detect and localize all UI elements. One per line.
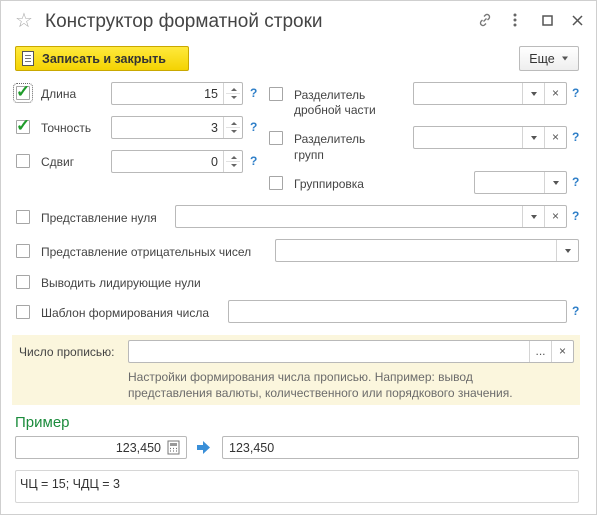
format-string-constructor-window: ☆ Конструктор форматной строки Записать …: [0, 0, 597, 515]
zero-repr-field[interactable]: ×: [175, 205, 567, 228]
chevron-down-icon: [561, 56, 568, 61]
maximize-icon[interactable]: [537, 10, 557, 30]
example-input[interactable]: 123,450: [15, 436, 187, 459]
shift-checkbox[interactable]: [16, 154, 30, 168]
arrow-right-icon: [197, 441, 210, 454]
zero-repr-checkbox[interactable]: [16, 210, 30, 224]
grouping-checkbox[interactable]: [269, 176, 283, 190]
shift-input[interactable]: 0: [111, 150, 243, 173]
length-label: Длина: [41, 87, 77, 101]
checkmark-icon: ✓: [16, 116, 31, 135]
shift-spin-buttons[interactable]: [223, 151, 242, 172]
leading-zeros-checkbox[interactable]: [16, 275, 30, 289]
group-separator-field[interactable]: ×: [413, 126, 567, 149]
precision-spin-buttons[interactable]: [223, 117, 242, 138]
shift-help-icon[interactable]: ?: [250, 154, 257, 168]
number-in-words-field[interactable]: ... ×: [128, 340, 574, 363]
precision-help-icon[interactable]: ?: [250, 120, 257, 134]
length-help-icon[interactable]: ?: [250, 86, 257, 100]
decimal-separator-field[interactable]: ×: [413, 82, 567, 105]
decimal-separator-label-line1: Разделитель: [294, 88, 366, 102]
example-output-value: 123,450: [229, 441, 275, 455]
length-spin-buttons[interactable]: [223, 83, 242, 104]
example-input-value: 123,450: [115, 441, 161, 455]
zero-repr-label: Представление нуля: [41, 211, 157, 225]
decimal-separator-help-icon[interactable]: ?: [572, 86, 579, 100]
decimal-separator-dropdown-button[interactable]: [522, 83, 544, 104]
zero-repr-dropdown-button[interactable]: [522, 206, 544, 227]
decimal-separator-label-line2: дробной части: [294, 103, 376, 117]
negative-repr-checkbox[interactable]: [16, 244, 30, 258]
decimal-separator-checkbox[interactable]: [269, 87, 283, 101]
save-and-close-button[interactable]: Записать и закрыть: [15, 46, 189, 71]
length-input[interactable]: 15: [111, 82, 243, 105]
precision-value: 3: [211, 121, 218, 135]
format-string-result: ЧЦ = 15; ЧДЦ = 3: [15, 470, 579, 503]
number-in-words-hint-line1: Настройки формирования числа прописью. Н…: [128, 370, 473, 384]
grouping-field[interactable]: [474, 171, 567, 194]
save-document-icon: [22, 51, 34, 66]
number-in-words-hint-line2: представления валюты, количественного ил…: [128, 386, 513, 400]
more-button[interactable]: Еще: [519, 46, 579, 71]
number-template-checkbox[interactable]: [16, 305, 30, 319]
checkmark-icon: ✓: [16, 82, 31, 101]
grouping-help-icon[interactable]: ?: [572, 175, 579, 189]
negative-repr-dropdown-button[interactable]: [556, 240, 578, 261]
group-separator-checkbox[interactable]: [269, 131, 283, 145]
number-in-words-select-button[interactable]: ...: [529, 341, 551, 362]
shift-label: Сдвиг: [41, 155, 75, 169]
group-separator-label-line1: Разделитель: [294, 132, 366, 146]
grouping-label: Группировка: [294, 177, 364, 191]
shift-value: 0: [211, 155, 218, 169]
star-icon[interactable]: ☆: [15, 9, 33, 33]
length-checkbox[interactable]: ✓: [13, 82, 33, 103]
group-separator-help-icon[interactable]: ?: [572, 130, 579, 144]
group-separator-dropdown-button[interactable]: [522, 127, 544, 148]
number-template-label: Шаблон формирования числа: [41, 306, 210, 320]
window-title: Конструктор форматной строки: [45, 11, 323, 32]
number-template-input[interactable]: [228, 300, 567, 323]
calculator-icon[interactable]: [167, 440, 182, 455]
decimal-separator-clear-button[interactable]: ×: [544, 83, 566, 104]
number-in-words-label: Число прописью:: [19, 345, 115, 359]
negative-repr-field[interactable]: [275, 239, 579, 262]
link-icon[interactable]: [475, 10, 495, 30]
zero-repr-help-icon[interactable]: ?: [572, 209, 579, 223]
length-value: 15: [204, 87, 218, 101]
group-separator-clear-button[interactable]: ×: [544, 127, 566, 148]
leading-zeros-label: Выводить лидирующие нули: [41, 276, 201, 290]
example-output-field: 123,450: [222, 436, 579, 459]
number-in-words-clear-button[interactable]: ×: [551, 341, 573, 362]
more-label: Еще: [529, 51, 555, 66]
grouping-dropdown-button[interactable]: [544, 172, 566, 193]
more-vert-icon[interactable]: [505, 10, 525, 30]
negative-repr-label: Представление отрицательных чисел: [41, 245, 252, 259]
zero-repr-clear-button[interactable]: ×: [544, 206, 566, 227]
precision-label: Точность: [41, 121, 92, 135]
precision-input[interactable]: 3: [111, 116, 243, 139]
group-separator-label-line2: групп: [294, 148, 324, 162]
example-section-title: Пример: [15, 414, 70, 431]
close-icon[interactable]: [567, 10, 587, 30]
precision-checkbox[interactable]: ✓: [16, 116, 30, 135]
save-and-close-label: Записать и закрыть: [42, 51, 166, 66]
number-template-help-icon[interactable]: ?: [572, 304, 579, 318]
